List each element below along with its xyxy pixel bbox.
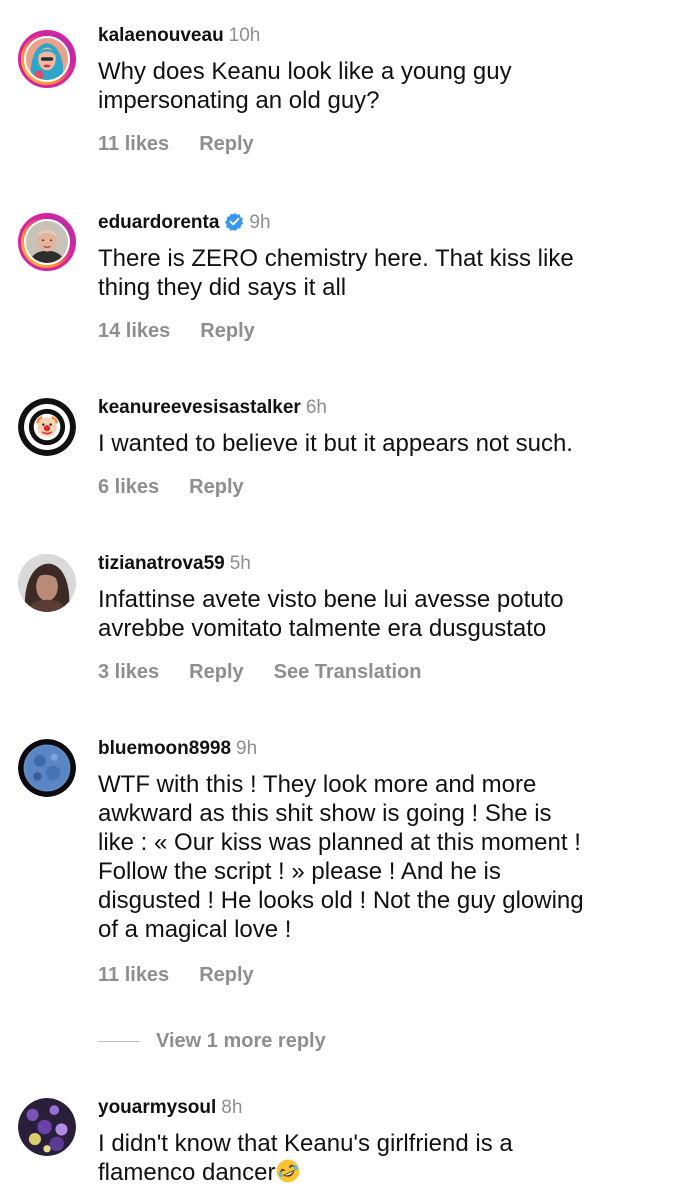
reply-button[interactable]: Reply	[200, 320, 254, 342]
comment-meta: bluemoon8998 9h	[98, 737, 257, 761]
woman-portrait-icon	[18, 554, 76, 612]
reply-button[interactable]: Reply	[199, 964, 253, 986]
likes-count[interactable]: 14 likes	[98, 320, 170, 342]
comments-list: kalaenouveau 10h Why does Keanu look like…	[0, 0, 681, 1200]
comment-actions: 3 likes Reply See Translation	[98, 660, 451, 684]
username[interactable]: youarmysoul	[98, 1097, 216, 1118]
reply-button[interactable]: Reply	[199, 133, 253, 155]
clown-target-icon	[18, 398, 76, 456]
timestamp: 9h	[236, 738, 258, 759]
man-portrait-icon	[24, 219, 70, 265]
comment-text-content: I didn't know that Keanu's girlfriend is…	[98, 1130, 513, 1186]
rolling-on-floor-laughing-emoji-icon	[277, 1159, 300, 1183]
view-more-replies-button[interactable]: View 1 more reply	[98, 1029, 326, 1053]
username[interactable]: bluemoon8998	[98, 738, 231, 759]
reply-button[interactable]: Reply	[189, 661, 243, 683]
comment-text: There is ZERO chemistry here. That kiss …	[98, 245, 574, 301]
view-more-label: View 1 more reply	[156, 1030, 326, 1052]
comment-actions: 11 likes Reply	[98, 963, 284, 987]
likes-count[interactable]: 11 likes	[98, 133, 169, 155]
purple-flowers-icon	[18, 1098, 76, 1156]
username[interactable]: tizianatrova59	[98, 553, 225, 574]
woman-portrait-blue-hair-icon	[24, 36, 70, 82]
comment-actions: 11 likes Reply	[98, 132, 284, 156]
likes-count[interactable]: 3 likes	[98, 661, 159, 683]
timestamp: 10h	[228, 25, 261, 46]
comment-meta: tizianatrova59 5h	[98, 552, 251, 576]
comment-text: Infattinse avete visto bene lui avesse p…	[98, 586, 564, 642]
avatar[interactable]	[18, 1098, 76, 1156]
likes-count[interactable]: 11 likes	[98, 964, 169, 986]
comment-text: I wanted to believe it but it appears no…	[98, 430, 573, 457]
avatar[interactable]	[18, 398, 76, 456]
reply-button[interactable]: Reply	[189, 476, 243, 498]
timestamp: 9h	[249, 212, 271, 233]
comment-meta: kalaenouveau 10h	[98, 24, 260, 48]
likes-count[interactable]: 6 likes	[98, 476, 159, 498]
timestamp: 5h	[229, 553, 251, 574]
comment-text: Why does Keanu look like a young guy imp…	[98, 58, 512, 114]
comment-meta: eduardorenta 9h	[98, 211, 271, 235]
avatar[interactable]	[18, 30, 76, 88]
blue-moon-icon	[18, 739, 76, 797]
divider-line	[98, 1041, 140, 1043]
comment-text: WTF with this ! They look more and more …	[98, 771, 584, 943]
username[interactable]: keanureevesisastalker	[98, 397, 301, 418]
username[interactable]: kalaenouveau	[98, 25, 224, 46]
comment-meta: youarmysoul 8h	[98, 1096, 242, 1120]
see-translation-button[interactable]: See Translation	[274, 661, 422, 683]
timestamp: 6h	[305, 397, 327, 418]
username[interactable]: eduardorenta	[98, 212, 219, 233]
comment-text: I didn't know that Keanu's girlfriend is…	[98, 1129, 658, 1187]
verified-badge-icon	[225, 212, 244, 231]
comment-actions: 6 likes Reply	[98, 475, 274, 499]
timestamp: 8h	[221, 1097, 243, 1118]
avatar[interactable]	[18, 554, 76, 612]
avatar[interactable]	[18, 739, 76, 797]
comment-meta: keanureevesisastalker 6h	[98, 396, 327, 420]
avatar[interactable]	[18, 213, 76, 271]
comment-actions: 14 likes Reply	[98, 319, 285, 343]
